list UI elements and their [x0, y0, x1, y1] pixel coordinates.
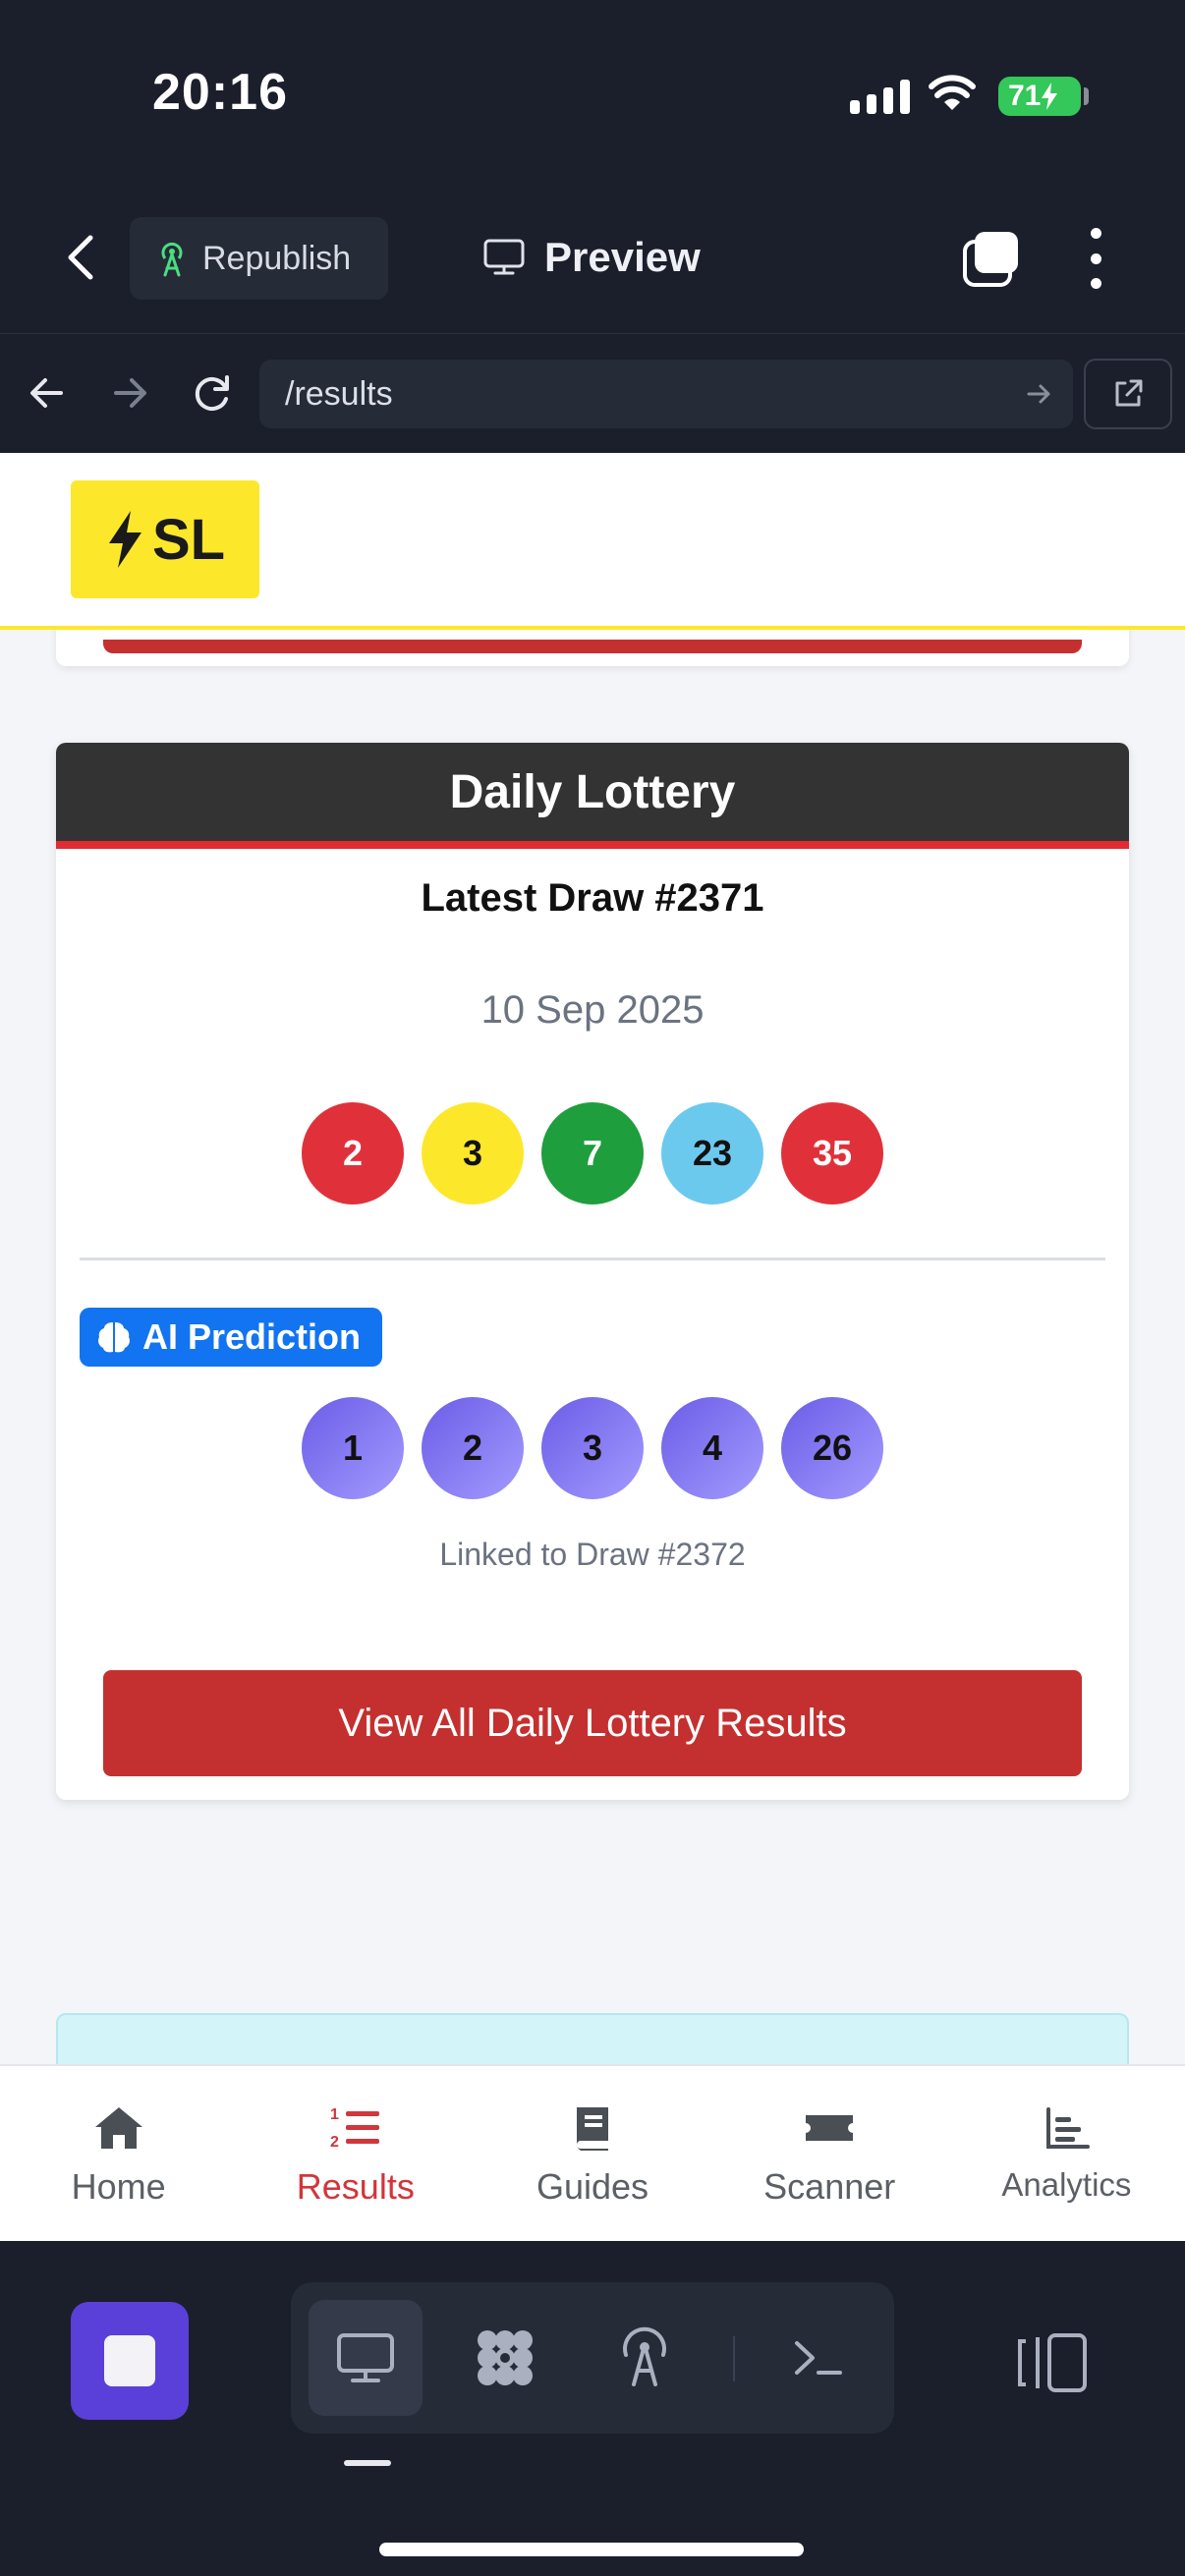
svg-text:1: 1	[330, 2106, 339, 2123]
ticket-icon	[806, 2115, 854, 2141]
nav-item-scanner[interactable]: Scanner	[711, 2066, 948, 2241]
panel-toggle-icon[interactable]	[1016, 2331, 1089, 2394]
prediction-ball: 2	[422, 1397, 524, 1499]
prediction-ball: 1	[302, 1397, 404, 1499]
previous-card-button-edge[interactable]	[103, 640, 1082, 653]
number-ball: 2	[302, 1102, 404, 1204]
nav-item-guides[interactable]: Guides	[474, 2066, 710, 2241]
prediction-ball: 26	[781, 1397, 883, 1499]
republish-button[interactable]: Republish	[130, 217, 388, 300]
linked-draw-text: Linked to Draw #2372	[439, 1537, 746, 1572]
number-ball: 35	[781, 1102, 883, 1204]
card-title: Daily Lottery	[56, 743, 1129, 849]
nav-item-home[interactable]: Home	[0, 2066, 237, 2241]
nav-label: Home	[71, 2166, 166, 2207]
reload-icon[interactable]	[187, 367, 238, 419]
preview-button[interactable]: Preview	[483, 228, 701, 287]
stop-icon	[104, 2335, 155, 2386]
tool-shell[interactable]	[761, 2300, 875, 2416]
lottery-card: Daily Lottery Latest Draw #2371 10 Sep 2…	[56, 743, 1129, 1800]
web-page: SL Daily Lottery Latest Draw #2371 10 Se…	[0, 453, 1185, 2241]
logo-text: SL	[151, 507, 226, 572]
wifi-icon	[929, 75, 976, 110]
nav-item-results[interactable]: 1 2 Results	[237, 2066, 474, 2241]
arrow-back-icon[interactable]	[22, 367, 73, 419]
battery-indicator: 71	[998, 77, 1081, 116]
winning-numbers: 2 3 7 23 35	[56, 1102, 1129, 1204]
prediction-ball: 4	[661, 1397, 763, 1499]
bar-chart-icon	[1046, 2107, 1091, 2149]
nav-label: Scanner	[763, 2166, 896, 2207]
tool-workflows[interactable]	[448, 2300, 562, 2416]
svg-text:2: 2	[330, 2134, 339, 2151]
nav-label: Results	[296, 2166, 415, 2207]
open-external-button[interactable]	[1084, 359, 1172, 429]
numbered-list-icon: 1 2	[330, 2106, 379, 2151]
number-ball: 7	[541, 1102, 644, 1204]
home-indicator[interactable]	[379, 2543, 804, 2556]
site-logo[interactable]: SL	[71, 480, 259, 598]
arrow-forward-icon[interactable]	[104, 367, 155, 419]
active-tab-indicator	[344, 2460, 391, 2466]
nodes-icon	[478, 2330, 533, 2385]
tool-deploy[interactable]	[588, 2300, 702, 2416]
nav-item-analytics[interactable]: Analytics	[948, 2066, 1185, 2241]
divider	[80, 1258, 1105, 1260]
view-all-results-button[interactable]: View All Daily Lottery Results	[103, 1670, 1082, 1776]
lightning-icon	[108, 511, 141, 568]
monitor-icon	[483, 239, 525, 275]
external-link-icon	[1115, 379, 1143, 407]
chevron-left-icon[interactable]	[61, 232, 100, 283]
more-options-icon[interactable]	[1081, 228, 1110, 289]
status-time: 20:16	[152, 64, 288, 121]
charging-bolt-icon	[1042, 83, 1058, 110]
draw-date: 10 Sep 2025	[480, 988, 705, 1032]
ai-prediction-badge: AI Prediction	[80, 1308, 383, 1367]
preview-label: Preview	[544, 234, 701, 280]
prediction-numbers: 1 2 3 4 26	[56, 1397, 1129, 1499]
monitor-icon	[337, 2333, 394, 2382]
brain-icon	[98, 1322, 130, 1353]
republish-label: Republish	[202, 239, 352, 277]
url-input[interactable]: /results	[259, 360, 1073, 428]
terminal-icon	[795, 2341, 842, 2375]
prediction-ball: 3	[541, 1397, 644, 1499]
cellular-signal-icon	[850, 79, 910, 114]
tool-separator	[733, 2336, 735, 2381]
editor-bottom-toolbar	[0, 2241, 1185, 2576]
stop-button[interactable]	[71, 2302, 189, 2420]
number-ball: 3	[422, 1102, 524, 1204]
tool-group	[291, 2282, 894, 2434]
status-bar: 20:16 71	[0, 0, 1185, 196]
antenna-icon	[161, 242, 183, 277]
home-icon	[94, 2107, 142, 2149]
tabs-icon[interactable]	[961, 228, 1022, 289]
go-arrow-icon[interactable]	[1024, 379, 1053, 409]
draw-title: Latest Draw #2371	[421, 876, 764, 920]
bottom-navigation: Home 1 2 Results Guides Scanner Analytic…	[0, 2064, 1185, 2241]
battery-cap	[1084, 87, 1089, 105]
battery-level: 71	[1008, 80, 1042, 112]
url-text: /results	[285, 374, 393, 413]
site-header: SL	[0, 453, 1185, 630]
ai-badge-label: AI Prediction	[142, 1316, 362, 1357]
antenna-icon	[623, 2326, 666, 2386]
number-ball: 23	[661, 1102, 763, 1204]
tool-preview[interactable]	[309, 2300, 423, 2416]
nav-label: Guides	[536, 2166, 649, 2207]
nav-label: Analytics	[1001, 2166, 1132, 2203]
book-icon	[576, 2107, 608, 2151]
